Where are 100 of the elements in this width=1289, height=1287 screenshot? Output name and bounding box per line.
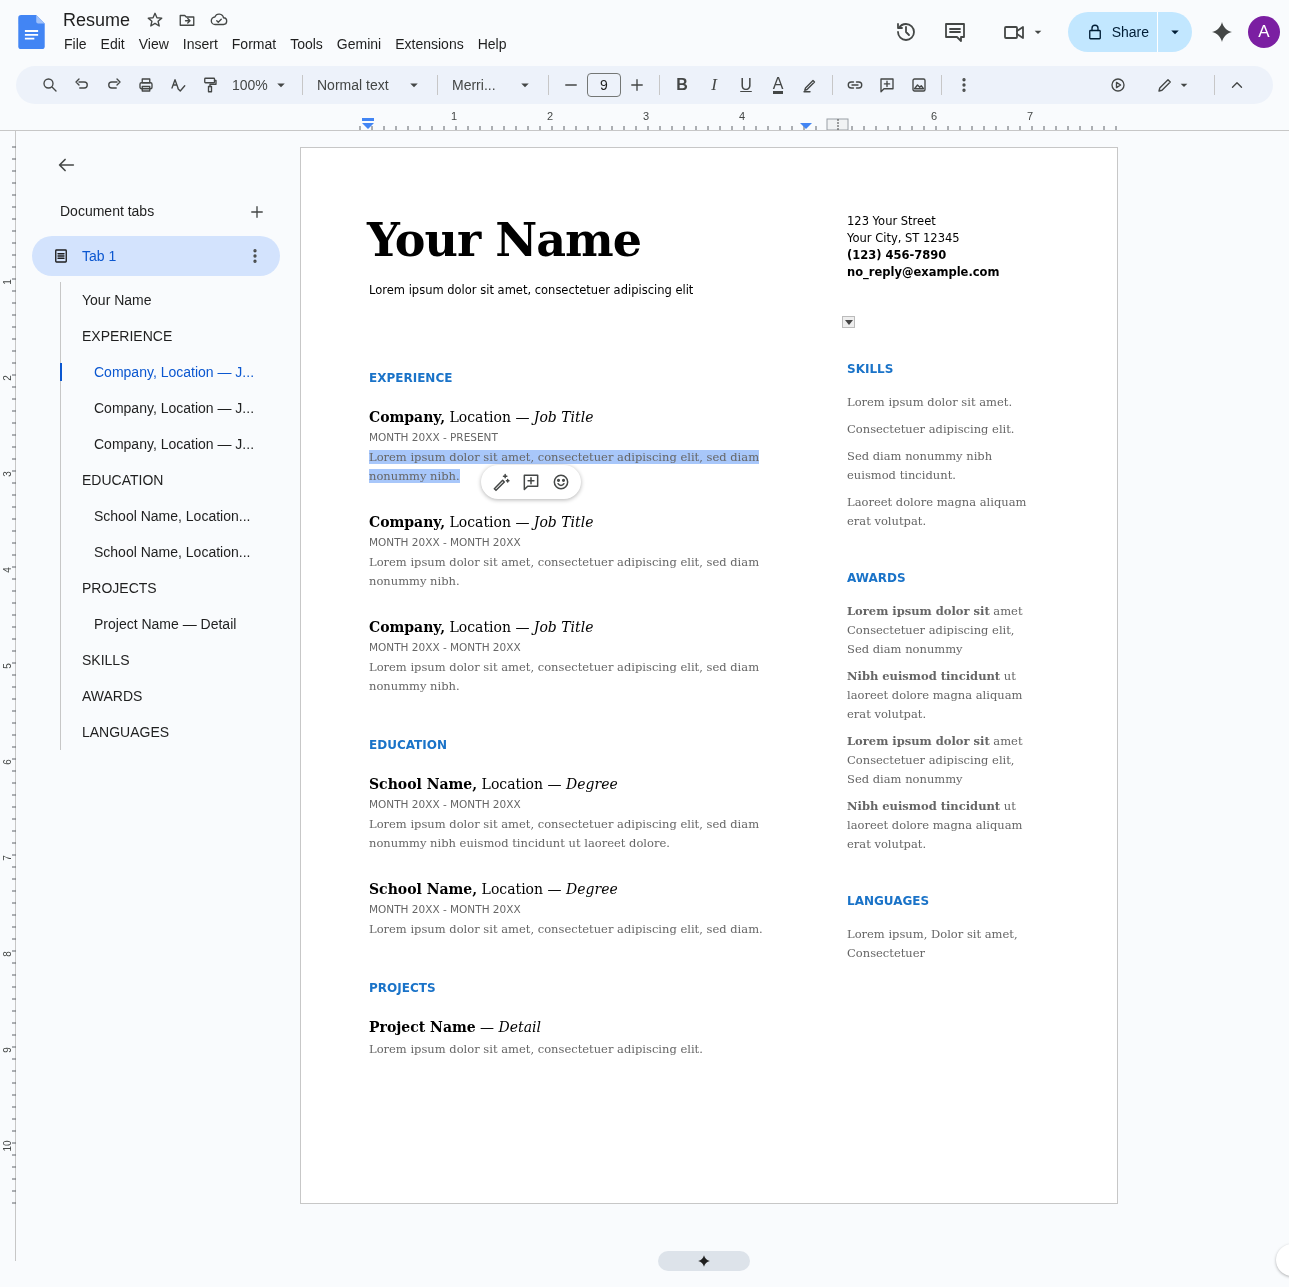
outline-item[interactable]: EXPERIENCE [61,318,280,354]
star-icon[interactable] [146,10,165,29]
ruler-number: 10 [1,1140,13,1152]
ruler-number: 2 [546,110,554,122]
menu-item[interactable]: File [57,32,94,56]
menu-item[interactable]: Insert [175,32,225,56]
docs-logo-icon[interactable] [18,15,45,49]
underline-button[interactable]: U [730,71,762,99]
tagline: Lorem ipsum dolor sit amet, consectetuer adipiscing elit [369,282,695,299]
menu-item[interactable]: Edit [93,32,132,56]
document-title[interactable]: Resume [61,8,133,31]
section-heading: EDUCATION [369,737,448,755]
outline-item[interactable]: Company, Location — J... [61,426,280,462]
entry-description: Lorem ipsum dolor sit amet, consectetuer adipiscing elit, sed diam nonummy nibh euismod tincidunt ut laoreet dolore. [369,816,761,853]
outline-item[interactable]: EDUCATION [61,462,280,498]
indent-marker[interactable] [362,118,374,129]
spellcheck-icon[interactable] [169,76,187,94]
side-item: Lorem ipsum dolor sit amet. [847,394,1014,411]
section-heading: SKILLS [847,361,895,378]
entry-dates: MONTH 20XX - PRESENT [369,430,499,446]
print-icon[interactable] [137,76,155,94]
section-heading: AWARDS [847,570,907,587]
outline-item[interactable]: Your Name [61,282,280,318]
menu-item[interactable]: Gemini [329,32,389,56]
menu-item[interactable]: Help [470,32,514,56]
entry-title: Company, Location — Job Title [369,408,595,428]
ruler-number: 9 [1,1047,13,1053]
caret-icon [844,319,853,325]
ruler-number: 4 [738,110,746,122]
ruler-number: 3 [642,110,650,122]
entry-description: Lorem ipsum dolor sit amet, consectetuer adipiscing elit. [369,1041,704,1059]
outline-item[interactable]: PROJECTS [61,570,280,606]
section-heading: PROJECTS [369,980,437,998]
menu-item[interactable]: Extensions [388,32,471,56]
entry-description: Lorem ipsum dolor sit amet, consectetuer adipiscing elit, sed diam nonummy nibh. [369,659,761,696]
add-comment-icon[interactable] [878,76,896,94]
section-heading: LANGUAGES [847,893,931,910]
side-item: Lorem ipsum, Dolor sit amet, Consectetuer [847,926,1019,962]
contact-line: no_reply@example.com [847,264,1001,281]
ruler-number: 7 [1026,110,1034,122]
font-dropdown[interactable]: Merri... [444,71,542,99]
document-tab[interactable]: Tab 1 [32,236,280,276]
menu-item[interactable]: Tools [283,32,330,56]
text-color-button[interactable]: A [762,71,794,99]
outline-item[interactable]: Company, Location — J... [61,390,280,426]
outline-item[interactable]: Project Name — Detail [61,606,280,642]
add-comment-icon[interactable] [521,472,541,493]
outline-item[interactable]: School Name, Location... [61,498,280,534]
ruler-number: 6 [930,110,938,122]
avatar[interactable]: A [1248,16,1280,48]
text-style-dropdown[interactable]: Normal text [309,71,431,99]
outline-item[interactable]: Company, Location — J... [61,354,280,390]
sidebar-heading: Document tabs [60,202,155,221]
italic-button[interactable]: I [698,71,730,99]
menu-item[interactable]: View [131,32,176,56]
menu-item[interactable]: Format [224,32,284,56]
font-size-field[interactable]: 9 [587,73,621,97]
entry-description: Lorem ipsum dolor sit amet, consectetuer adipiscing elit, sed diam nonummy nibh. [369,554,761,591]
gemini-play-icon[interactable] [1109,76,1127,94]
dropdown-toggle[interactable] [842,316,855,328]
entry-title: School Name, Location — Degree [369,880,619,900]
name-heading: Your Name [367,212,642,268]
entry-title: Company, Location — Job Title [369,618,595,638]
image-icon[interactable] [910,76,928,94]
ruler-number: 7 [1,855,13,861]
increase-size-icon[interactable] [628,76,646,94]
column-marker[interactable] [826,118,849,130]
zoom-dropdown[interactable]: 100% [226,71,296,99]
sparkle-icon[interactable] [1210,20,1234,44]
ruler-number: 8 [1,951,13,957]
ruler-number: 6 [1,759,13,765]
contact-line: (123) 456-7890 [847,247,948,264]
outline-item[interactable]: SKILLS [61,642,280,678]
magic-pen-icon[interactable] [491,472,511,493]
section-heading: EXPERIENCE [369,370,454,388]
sparkle-icon[interactable] [697,1254,711,1268]
contact-line: 123 Your Street [847,213,937,230]
entry-title: Company, Location — Job Title [369,513,595,533]
side-item: Laoreet dolore magna aliquam erat volutpat. [847,494,1028,530]
entry-dates: MONTH 20XX - MONTH 20XX [369,797,522,813]
document-icon [52,247,70,265]
comments-icon[interactable] [942,20,967,44]
pencil-icon[interactable] [1156,76,1174,94]
search-icon[interactable] [41,76,59,94]
contact-line: Your City, ST 12345 [847,230,961,247]
outline-item[interactable]: AWARDS [61,678,280,714]
gemini-pill-button[interactable] [658,1251,750,1271]
bold-button[interactable]: B [666,71,698,99]
side-item: Lorem ipsum dolor sit amet Consectetuer adipiscing elit, Sed diam nonummy [847,603,1024,658]
entry-dates: MONTH 20XX - MONTH 20XX [369,640,522,656]
ruler-number: 4 [1,567,13,573]
side-item: Sed diam nonummy nibh euismod tincidunt. [847,448,994,484]
side-item: Lorem ipsum dolor sit amet Consectetuer adipiscing elit, Sed diam nonummy [847,733,1024,788]
ruler-number: 5 [1,663,13,669]
entry-dates: MONTH 20XX - MONTH 20XX [369,535,522,551]
indent-marker[interactable] [800,123,812,129]
entry-dates: MONTH 20XX - MONTH 20XX [369,902,522,918]
outline-item[interactable]: School Name, Location... [61,534,280,570]
paint-format-icon[interactable] [201,76,219,94]
outline-item[interactable]: LANGUAGES [61,714,280,750]
